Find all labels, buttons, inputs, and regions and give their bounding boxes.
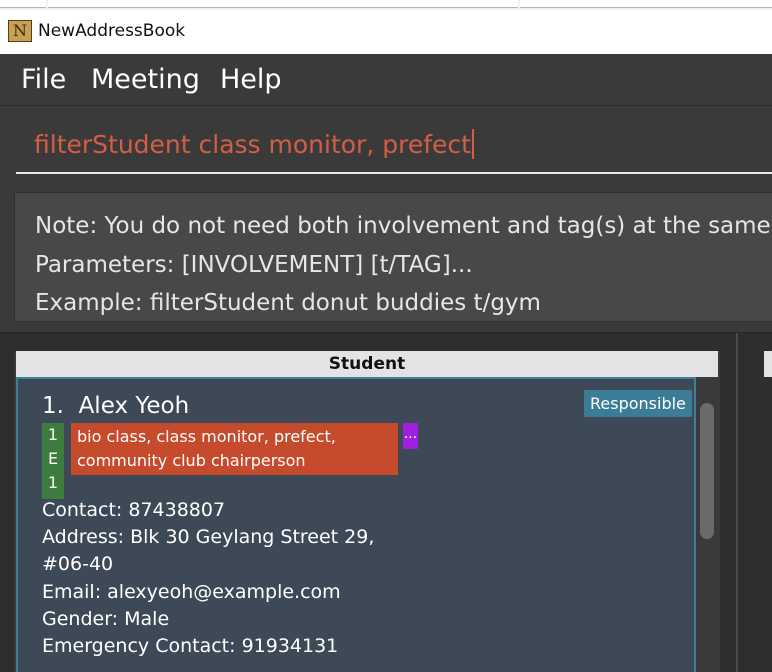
background-window-strip: [0, 0, 772, 10]
gender-field: Gender: Male: [42, 608, 170, 630]
secondary-panel-header: [764, 351, 772, 377]
address-field-continued: #06-40: [42, 553, 114, 575]
role-badge: Responsible: [584, 390, 692, 417]
app-logo-icon: N: [8, 20, 32, 42]
scrollbar-thumb[interactable]: [700, 403, 714, 539]
class-tag: 1 E 1: [42, 423, 64, 499]
background-tab: [48, 0, 518, 8]
background-tab: [0, 0, 46, 8]
involvement-line: community club chairperson: [77, 451, 306, 470]
command-value: filterStudent class monitor, prefect: [34, 130, 471, 159]
window-title: NewAddressBook: [38, 21, 186, 41]
student-name: 1. Alex Yeoh: [42, 391, 189, 421]
menu-bar: File Meeting Help: [0, 54, 772, 106]
class-tag-char: 1: [47, 425, 59, 444]
email-field: Email: alexyeoh@example.com: [42, 581, 341, 603]
background-tab: [520, 0, 772, 8]
emergency-contact-field: Emergency Contact: 91934131: [42, 635, 339, 657]
command-input[interactable]: filterStudent class monitor, prefect: [16, 116, 772, 174]
result-line-note: Note: You do not need both involvement a…: [35, 213, 771, 239]
involvement-line: bio class, class monitor, prefect,: [77, 427, 336, 446]
more-tags-tag: ...: [403, 423, 418, 449]
student-card[interactable]: 1. Alex Yeoh Responsible 1 E 1 bio class…: [16, 377, 696, 672]
clipped-text-line: [51, 192, 751, 193]
student-list-panel: Student 1. Alex Yeoh Responsible 1 E 1 b…: [14, 351, 720, 672]
result-line-parameters: Parameters: [INVOLVEMENT] [t/TAG]...: [35, 252, 473, 278]
address-field: Address: Blk 30 Geylang Street 29,: [42, 526, 375, 548]
title-bar: N NewAddressBook: [0, 10, 772, 54]
result-display[interactable]: Note: You do not need both involvement a…: [14, 192, 772, 322]
text-caret: [471, 129, 474, 159]
class-tag-char: 1: [47, 473, 59, 492]
menu-file[interactable]: File: [21, 62, 66, 98]
result-display-area: Note: You do not need both involvement a…: [0, 184, 772, 332]
student-index: 1.: [42, 393, 64, 419]
student-panel-header: Student: [16, 351, 718, 377]
contact-field: Contact: 87438807: [42, 499, 226, 521]
menu-meeting[interactable]: Meeting: [91, 62, 200, 98]
class-tag-char: E: [47, 449, 59, 468]
result-line-example: Example: filterStudent donut buddies t/g…: [35, 290, 541, 316]
command-box-area: filterStudent class monitor, prefect: [0, 106, 772, 184]
menu-help[interactable]: Help: [220, 62, 282, 98]
command-input-text: filterStudent class monitor, prefect: [34, 128, 474, 162]
list-area: Student 1. Alex Yeoh Responsible 1 E 1 b…: [0, 332, 772, 672]
involvement-tag: bio class, class monitor, prefect, commu…: [71, 423, 398, 475]
panel-split-divider[interactable]: [736, 333, 738, 672]
student-name-text: Alex Yeoh: [78, 393, 190, 419]
